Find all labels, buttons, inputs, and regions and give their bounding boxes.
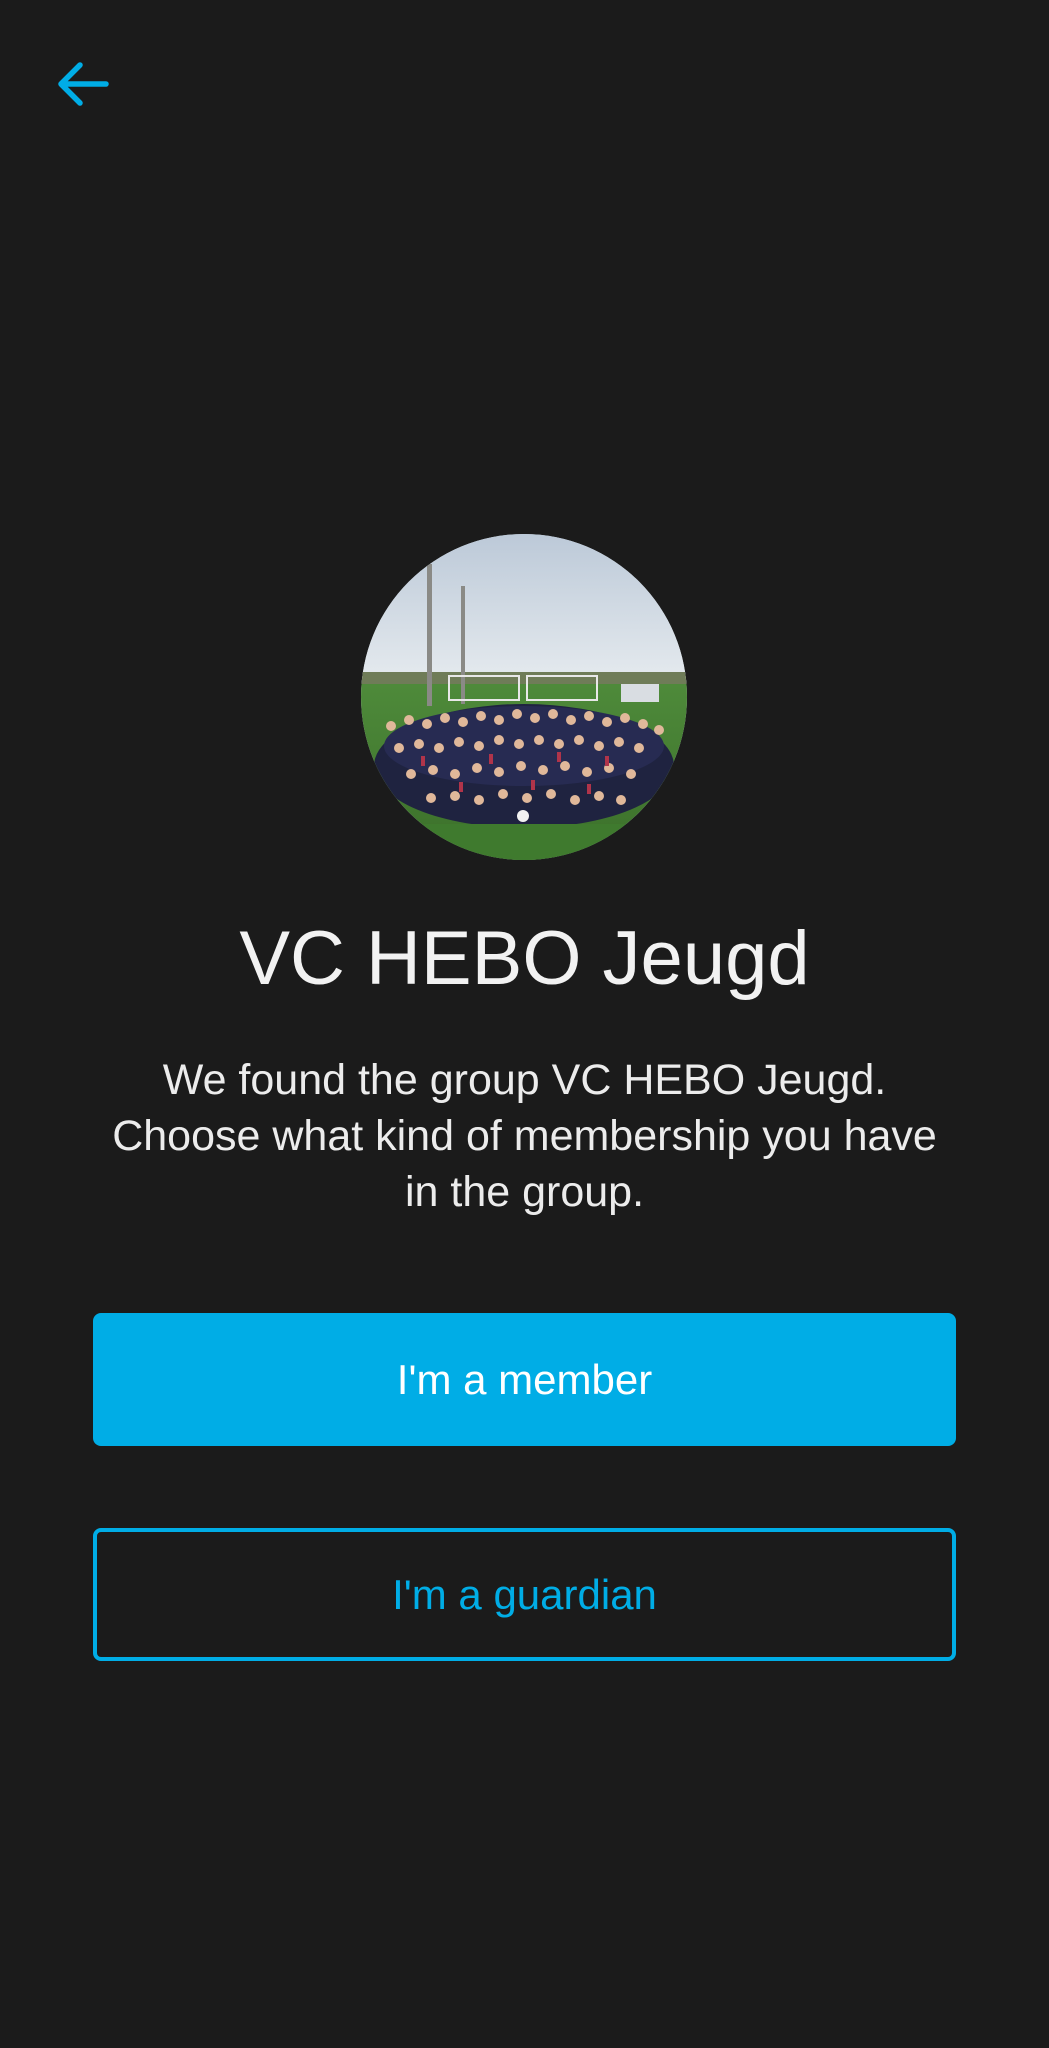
group-photo xyxy=(361,534,687,860)
group-avatar xyxy=(361,534,687,860)
guardian-button[interactable]: I'm a guardian xyxy=(93,1528,956,1661)
group-description: We found the group VC HEBO Jeugd. Choose… xyxy=(112,1056,937,1216)
member-button[interactable]: I'm a member xyxy=(93,1313,956,1446)
group-name: VC HEBO Jeugd xyxy=(239,916,810,1001)
back-button[interactable] xyxy=(48,52,118,116)
arrow-left-icon xyxy=(56,60,110,108)
